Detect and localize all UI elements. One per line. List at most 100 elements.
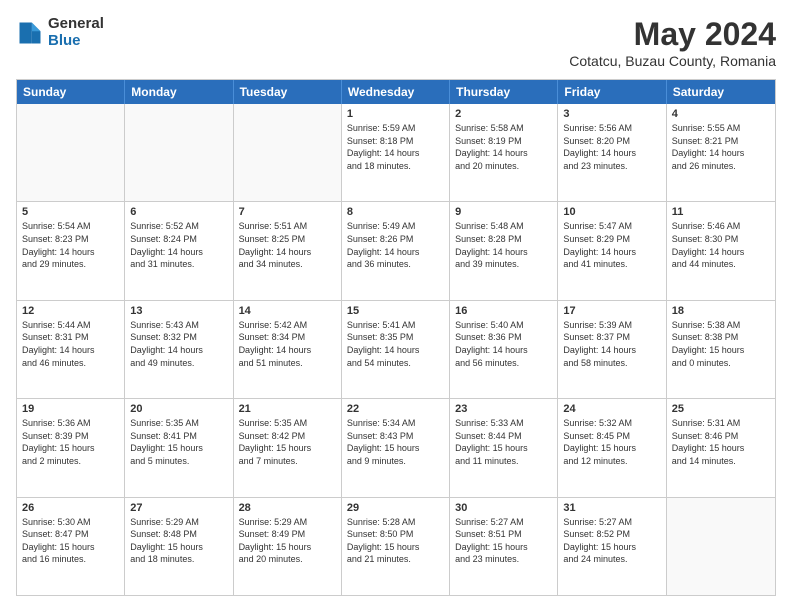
day-info-13: Sunrise: 5:43 AM Sunset: 8:32 PM Dayligh… <box>130 319 227 369</box>
day-number-30: 30 <box>455 502 552 514</box>
day-cell-22: 22Sunrise: 5:34 AM Sunset: 8:43 PM Dayli… <box>342 399 450 496</box>
day-cell-15: 15 Sunrise: 5:41 AM Sunset: 8:35 PM Dayli… <box>342 301 450 398</box>
header-monday: Monday <box>125 80 233 104</box>
day-cell-11: 11 Sunrise: 5:46 AM Sunset: 8:30 PM Dayli… <box>667 202 775 299</box>
day-info-29: Sunrise: 5:28 AM Sunset: 8:50 PM Dayligh… <box>347 516 444 566</box>
day-info-14: Sunrise: 5:42 AM Sunset: 8:34 PM Dayligh… <box>239 319 336 369</box>
day-info-15: Sunrise: 5:41 AM Sunset: 8:35 PM Dayligh… <box>347 319 444 369</box>
day-cell-12: 12 Sunrise: 5:44 AM Sunset: 8:31 PM Dayli… <box>17 301 125 398</box>
day-info-19: Sunrise: 5:36 AM Sunset: 8:39 PM Dayligh… <box>22 417 119 467</box>
page: General Blue May 2024 Cotatcu, Buzau Cou… <box>0 0 792 612</box>
day-cell-13: 13 Sunrise: 5:43 AM Sunset: 8:32 PM Dayli… <box>125 301 233 398</box>
day-info-17: Sunrise: 5:39 AM Sunset: 8:37 PM Dayligh… <box>563 319 660 369</box>
day-info-4: Sunrise: 5:55 AM Sunset: 8:21 PM Dayligh… <box>672 122 770 172</box>
day-number-13: 13 <box>130 305 227 317</box>
day-info-5: Sunrise: 5:54 AM Sunset: 8:23 PM Dayligh… <box>22 220 119 270</box>
empty-cell-0-0 <box>17 104 125 201</box>
day-number-4: 4 <box>672 108 770 120</box>
day-info-23: Sunrise: 5:33 AM Sunset: 8:44 PM Dayligh… <box>455 417 552 467</box>
day-cell-29: 29 Sunrise: 5:28 AM Sunset: 8:50 PM Dayli… <box>342 498 450 595</box>
day-cell-28: 28 Sunrise: 5:29 AM Sunset: 8:49 PM Dayli… <box>234 498 342 595</box>
day-number-8: 8 <box>347 206 444 218</box>
day-number-6: 6 <box>130 206 227 218</box>
calendar-row-1: 1Sunrise: 5:59 AM Sunset: 8:18 PM Daylig… <box>17 104 775 201</box>
day-cell-10: 10 Sunrise: 5:47 AM Sunset: 8:29 PM Dayli… <box>558 202 666 299</box>
calendar-row-3: 12 Sunrise: 5:44 AM Sunset: 8:31 PM Dayli… <box>17 300 775 398</box>
day-number-7: 7 <box>239 206 336 218</box>
day-info-21: Sunrise: 5:35 AM Sunset: 8:42 PM Dayligh… <box>239 417 336 467</box>
day-number-3: 3 <box>563 108 660 120</box>
day-info-20: Sunrise: 5:35 AM Sunset: 8:41 PM Dayligh… <box>130 417 227 467</box>
day-number-5: 5 <box>22 206 119 218</box>
day-number-24: 24 <box>563 403 660 415</box>
day-number-2: 2 <box>455 108 552 120</box>
header-friday: Friday <box>558 80 666 104</box>
calendar-header: Sunday Monday Tuesday Wednesday Thursday… <box>17 80 775 104</box>
day-info-9: Sunrise: 5:48 AM Sunset: 8:28 PM Dayligh… <box>455 220 552 270</box>
header-wednesday: Wednesday <box>342 80 450 104</box>
day-number-31: 31 <box>563 502 660 514</box>
day-cell-1: 1Sunrise: 5:59 AM Sunset: 8:18 PM Daylig… <box>342 104 450 201</box>
day-number-19: 19 <box>22 403 119 415</box>
day-cell-21: 21 Sunrise: 5:35 AM Sunset: 8:42 PM Dayli… <box>234 399 342 496</box>
header-tuesday: Tuesday <box>234 80 342 104</box>
day-number-20: 20 <box>130 403 227 415</box>
day-info-1: Sunrise: 5:59 AM Sunset: 8:18 PM Dayligh… <box>347 122 444 172</box>
day-cell-23: 23 Sunrise: 5:33 AM Sunset: 8:44 PM Dayli… <box>450 399 558 496</box>
logo: General Blue <box>16 16 104 49</box>
day-number-14: 14 <box>239 305 336 317</box>
day-number-27: 27 <box>130 502 227 514</box>
day-number-29: 29 <box>347 502 444 514</box>
day-cell-6: 6 Sunrise: 5:52 AM Sunset: 8:24 PM Daylig… <box>125 202 233 299</box>
day-info-6: Sunrise: 5:52 AM Sunset: 8:24 PM Dayligh… <box>130 220 227 270</box>
title-block: May 2024 Cotatcu, Buzau County, Romania <box>569 16 776 69</box>
day-cell-9: 9 Sunrise: 5:48 AM Sunset: 8:28 PM Daylig… <box>450 202 558 299</box>
day-number-25: 25 <box>672 403 770 415</box>
subtitle: Cotatcu, Buzau County, Romania <box>569 53 776 69</box>
day-cell-14: 14 Sunrise: 5:42 AM Sunset: 8:34 PM Dayli… <box>234 301 342 398</box>
day-number-17: 17 <box>563 305 660 317</box>
day-info-10: Sunrise: 5:47 AM Sunset: 8:29 PM Dayligh… <box>563 220 660 270</box>
day-info-2: Sunrise: 5:58 AM Sunset: 8:19 PM Dayligh… <box>455 122 552 172</box>
day-number-12: 12 <box>22 305 119 317</box>
day-info-16: Sunrise: 5:40 AM Sunset: 8:36 PM Dayligh… <box>455 319 552 369</box>
calendar: Sunday Monday Tuesday Wednesday Thursday… <box>16 79 776 596</box>
day-number-11: 11 <box>672 206 770 218</box>
day-number-21: 21 <box>239 403 336 415</box>
logo-blue-text: Blue <box>48 33 104 50</box>
day-cell-7: 7 Sunrise: 5:51 AM Sunset: 8:25 PM Daylig… <box>234 202 342 299</box>
day-number-28: 28 <box>239 502 336 514</box>
day-cell-16: 16Sunrise: 5:40 AM Sunset: 8:36 PM Dayli… <box>450 301 558 398</box>
day-cell-24: 24 Sunrise: 5:32 AM Sunset: 8:45 PM Dayli… <box>558 399 666 496</box>
day-number-23: 23 <box>455 403 552 415</box>
day-cell-4: 4 Sunrise: 5:55 AM Sunset: 8:21 PM Daylig… <box>667 104 775 201</box>
header-saturday: Saturday <box>667 80 775 104</box>
calendar-row-4: 19 Sunrise: 5:36 AM Sunset: 8:39 PM Dayli… <box>17 398 775 496</box>
day-info-11: Sunrise: 5:46 AM Sunset: 8:30 PM Dayligh… <box>672 220 770 270</box>
day-info-18: Sunrise: 5:38 AM Sunset: 8:38 PM Dayligh… <box>672 319 770 369</box>
day-info-12: Sunrise: 5:44 AM Sunset: 8:31 PM Dayligh… <box>22 319 119 369</box>
day-number-9: 9 <box>455 206 552 218</box>
day-info-26: Sunrise: 5:30 AM Sunset: 8:47 PM Dayligh… <box>22 516 119 566</box>
day-cell-27: 27Sunrise: 5:29 AM Sunset: 8:48 PM Dayli… <box>125 498 233 595</box>
day-cell-30: 30 Sunrise: 5:27 AM Sunset: 8:51 PM Dayli… <box>450 498 558 595</box>
day-cell-17: 17 Sunrise: 5:39 AM Sunset: 8:37 PM Dayli… <box>558 301 666 398</box>
header-thursday: Thursday <box>450 80 558 104</box>
day-info-7: Sunrise: 5:51 AM Sunset: 8:25 PM Dayligh… <box>239 220 336 270</box>
empty-cell-4-6 <box>667 498 775 595</box>
calendar-body: 1Sunrise: 5:59 AM Sunset: 8:18 PM Daylig… <box>17 104 775 595</box>
logo-icon <box>16 19 44 47</box>
day-number-15: 15 <box>347 305 444 317</box>
day-cell-5: 5 Sunrise: 5:54 AM Sunset: 8:23 PM Daylig… <box>17 202 125 299</box>
empty-cell-0-1 <box>125 104 233 201</box>
day-cell-20: 20 Sunrise: 5:35 AM Sunset: 8:41 PM Dayli… <box>125 399 233 496</box>
day-number-10: 10 <box>563 206 660 218</box>
main-title: May 2024 <box>569 16 776 53</box>
day-number-18: 18 <box>672 305 770 317</box>
day-info-24: Sunrise: 5:32 AM Sunset: 8:45 PM Dayligh… <box>563 417 660 467</box>
day-cell-25: 25Sunrise: 5:31 AM Sunset: 8:46 PM Dayli… <box>667 399 775 496</box>
day-number-26: 26 <box>22 502 119 514</box>
calendar-row-5: 26 Sunrise: 5:30 AM Sunset: 8:47 PM Dayli… <box>17 497 775 595</box>
day-info-28: Sunrise: 5:29 AM Sunset: 8:49 PM Dayligh… <box>239 516 336 566</box>
day-info-30: Sunrise: 5:27 AM Sunset: 8:51 PM Dayligh… <box>455 516 552 566</box>
